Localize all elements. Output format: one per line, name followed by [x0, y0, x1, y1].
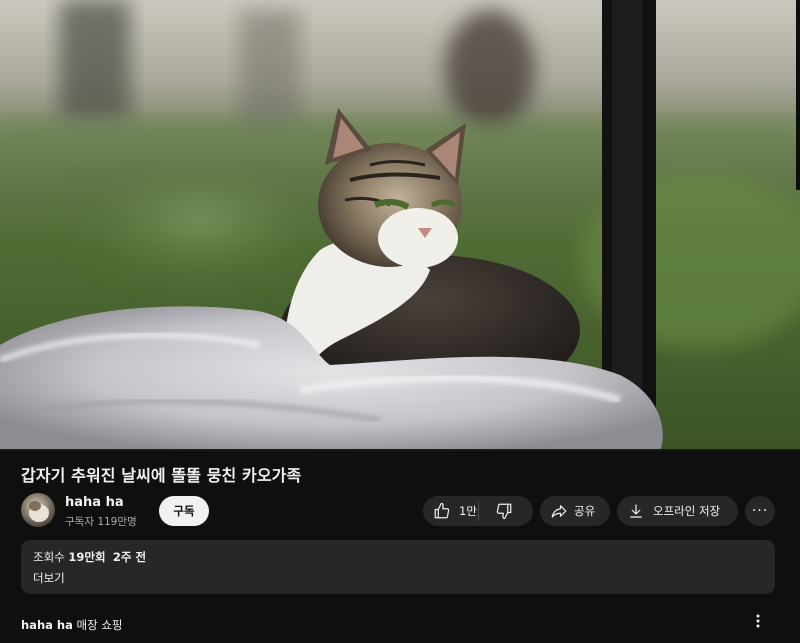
subscriber-count: 구독자 119만명 [65, 516, 137, 528]
subscribe-button[interactable]: 구독 [159, 496, 209, 526]
offline-save-label: 오프라인 저장 [653, 504, 721, 518]
share-label: 공유 [574, 504, 596, 518]
video-player[interactable] [0, 0, 800, 451]
share-arrow-icon [550, 502, 568, 520]
description-box[interactable]: 조회수 19만회 2주 전 더보기 [21, 540, 775, 594]
thumbs-up-icon [433, 502, 451, 520]
channel-name[interactable]: haha ha [65, 495, 124, 510]
show-more-link[interactable]: 더보기 [33, 570, 763, 586]
video-title: 갑자기 추워진 날씨에 똘똘 뭉친 카오가족 [21, 466, 302, 485]
like-button[interactable]: 1만 [423, 496, 478, 526]
upload-time: 2주 전 [112, 550, 147, 564]
like-count: 1만 [459, 504, 477, 518]
view-count: 19만회 [68, 550, 106, 564]
dislike-button[interactable] [479, 496, 529, 526]
more-actions-button[interactable]: ··· [745, 496, 775, 526]
shop-more-button[interactable] [752, 614, 764, 632]
channel-avatar[interactable] [21, 493, 55, 527]
shop-channel-name: haha ha [21, 618, 73, 632]
like-dislike-group: 1만 [423, 496, 533, 526]
video-stats: 조회수 19만회 2주 전 [33, 549, 763, 565]
video-frame-cat [0, 0, 800, 451]
thumbs-down-icon [495, 502, 513, 520]
channel-shop-heading: haha ha 매장 쇼핑 [21, 617, 123, 633]
download-icon [627, 502, 645, 520]
more-horizontal-icon: ··· [751, 503, 769, 519]
shop-label: 매장 쇼핑 [72, 618, 123, 632]
views-prefix: 조회수 [33, 550, 69, 564]
share-button[interactable]: 공유 [540, 496, 610, 526]
avatar-image [29, 501, 49, 522]
more-vertical-icon [756, 614, 760, 628]
offline-save-button[interactable]: 오프라인 저장 [617, 496, 738, 526]
